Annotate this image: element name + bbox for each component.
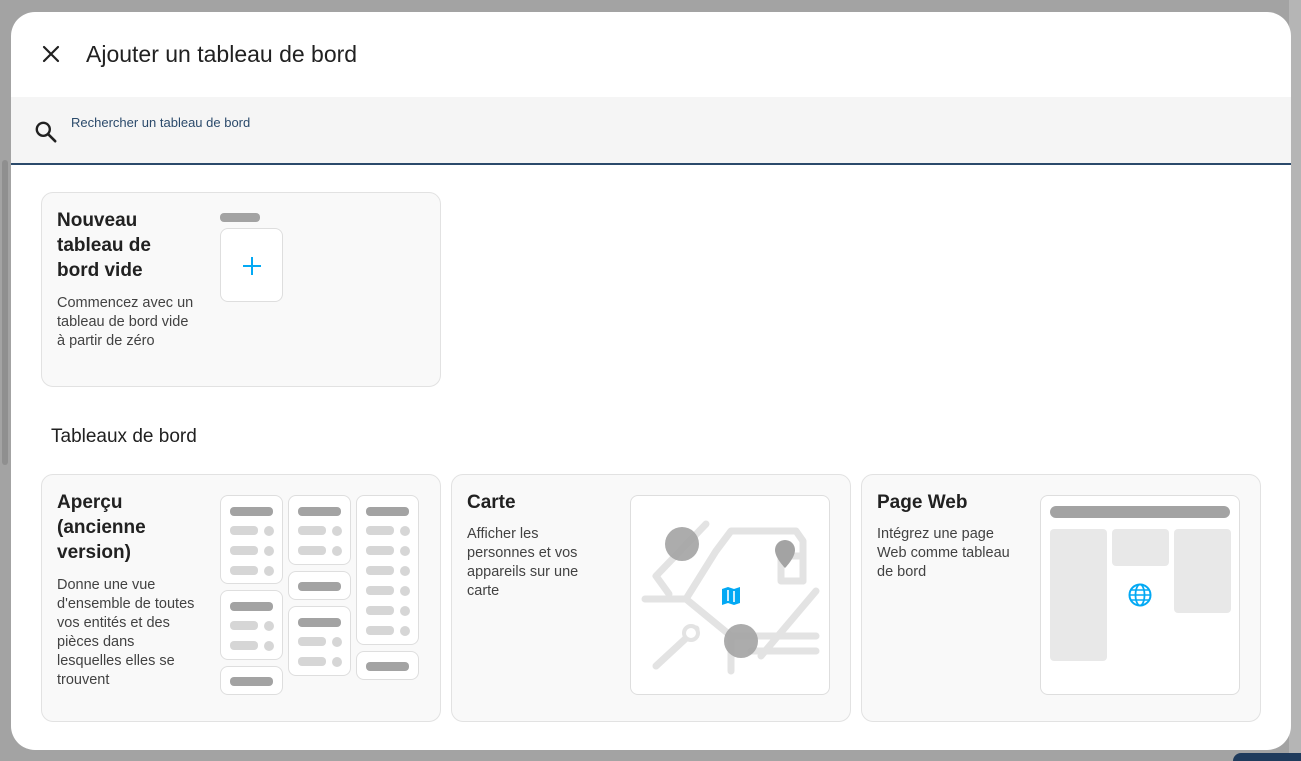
preview-url-bar [1050, 506, 1230, 518]
search-icon [35, 121, 57, 143]
preview-block [1174, 529, 1231, 613]
card-description: Afficher les personnes et vos appareils … [467, 526, 579, 599]
card-description: Commencez avec un tableau de bord vide à… [57, 295, 194, 349]
search-bar [11, 97, 1291, 165]
webpage-preview [1040, 495, 1240, 695]
empty-dashboard-preview [220, 213, 290, 305]
new-empty-dashboard-card[interactable]: Nouveau tableau de bord vide Commencez a… [41, 192, 441, 387]
card-description: Intégrez une page Web comme tableau de b… [877, 526, 1010, 580]
preview-panel [220, 590, 283, 660]
card-title: Carte [467, 492, 516, 513]
overview-dashboard-card[interactable]: Aperçu (ancienne version) Donne une vue … [41, 474, 441, 722]
preview-add-panel [220, 228, 283, 302]
background-widget [1233, 753, 1301, 761]
preview-panel [288, 495, 351, 565]
section-title: Tableaux de bord [51, 426, 197, 447]
preview-block [1112, 529, 1169, 566]
preview-header-bar [220, 213, 260, 222]
preview-panel [220, 666, 283, 695]
preview-panel [356, 495, 419, 645]
preview-panel [288, 571, 351, 600]
preview-panel [220, 495, 283, 584]
card-title: Page Web [877, 492, 968, 513]
preview-block [1050, 529, 1107, 661]
search-input[interactable] [71, 111, 771, 133]
map-dashboard-card[interactable]: Carte Afficher les personnes et vos appa… [451, 474, 851, 722]
map-icon [722, 587, 740, 605]
dialog-header: Ajouter un tableau de bord [11, 12, 1291, 97]
plus-icon [243, 257, 261, 275]
preview-panel [356, 651, 419, 680]
dialog-title: Ajouter un tableau de bord [86, 41, 358, 67]
webpage-dashboard-card[interactable]: Page Web Intégrez une page Web comme tab… [861, 474, 1261, 722]
card-title: Aperçu (ancienne version) [57, 492, 146, 563]
card-description: Donne une vue d'ensemble de toutes vos e… [57, 577, 195, 688]
close-button[interactable] [35, 38, 67, 70]
map-preview [630, 495, 830, 695]
preview-panel [288, 606, 351, 676]
close-icon [42, 45, 60, 63]
overview-preview [220, 495, 422, 695]
add-dashboard-dialog: Ajouter un tableau de bord Nouveau table… [11, 12, 1291, 750]
globe-icon [1128, 583, 1152, 607]
card-title: Nouveau tableau de bord vide [57, 210, 151, 281]
background-scrollbar [2, 160, 8, 465]
